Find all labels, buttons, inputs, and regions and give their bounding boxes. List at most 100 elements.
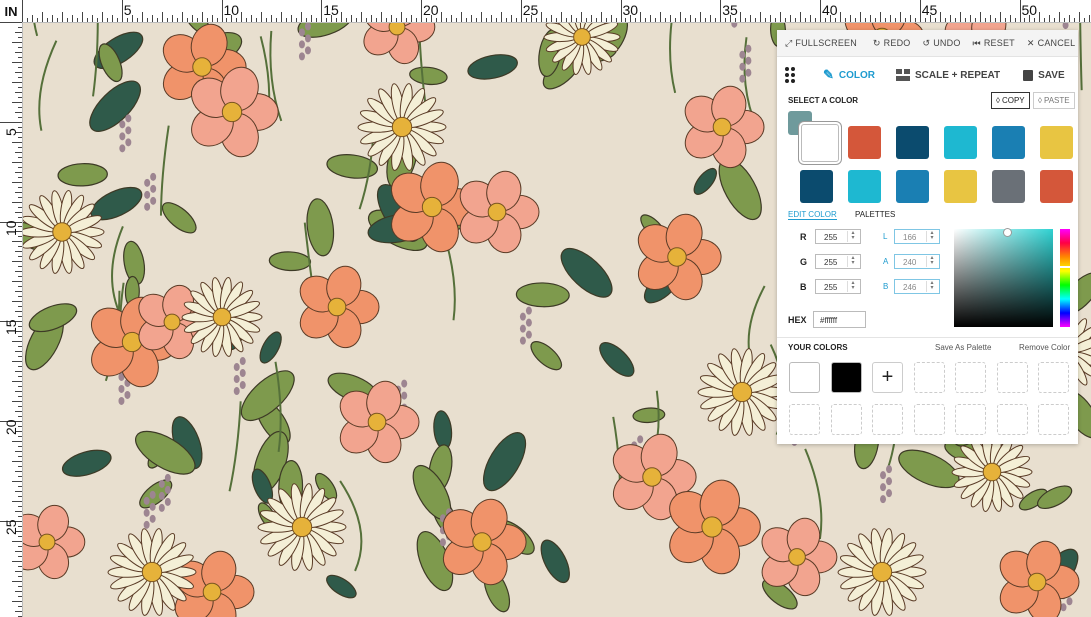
- a-input[interactable]: 240 ▴ ▾: [894, 254, 940, 269]
- color-swatch[interactable]: [896, 126, 929, 159]
- l-input[interactable]: 166 ▴ ▾: [894, 229, 940, 244]
- ruler-tick: [520, 0, 522, 22]
- leaf-shape: [409, 66, 448, 86]
- cancel-button[interactable]: ✕ CANCEL: [1027, 38, 1075, 49]
- ruler-tick: [18, 66, 22, 68]
- stepper-icon[interactable]: ▴ ▾: [926, 255, 937, 267]
- color-swatch[interactable]: [848, 126, 881, 159]
- copy-button[interactable]: ◊ COPY: [991, 92, 1030, 109]
- lavender-bud: [637, 435, 644, 444]
- your-colors-heading: YOUR COLORS: [788, 343, 848, 352]
- ruler-tick: [396, 18, 398, 22]
- fullscreen-button[interactable]: ⤢ FULLSCREEN: [785, 38, 857, 49]
- empty-color-slot[interactable]: [830, 404, 862, 435]
- color-swatch[interactable]: [1040, 126, 1073, 159]
- stepper-icon[interactable]: ▴ ▾: [847, 255, 858, 267]
- empty-color-slot[interactable]: [913, 362, 945, 393]
- color-swatch[interactable]: [1040, 170, 1073, 203]
- ruler-tick: [705, 18, 707, 22]
- empty-color-slot[interactable]: [955, 404, 986, 435]
- hue-slider[interactable]: [1059, 229, 1071, 327]
- empty-color-slot[interactable]: [1038, 362, 1069, 393]
- lavender-bud: [239, 357, 246, 366]
- ruler-tick: [635, 18, 637, 22]
- saved-color-swatch[interactable]: [789, 362, 820, 393]
- ruler-tick: [460, 12, 462, 22]
- empty-color-slot[interactable]: [996, 362, 1028, 393]
- edit-color-link[interactable]: EDIT COLOR: [788, 210, 837, 220]
- picker-handle[interactable]: [1003, 228, 1012, 237]
- empty-color-slot[interactable]: [913, 404, 945, 435]
- ruler-tick: [18, 535, 22, 537]
- stepper-icon[interactable]: ▴ ▾: [926, 280, 937, 292]
- ruler-tick: [540, 12, 542, 22]
- empty-color-slot[interactable]: [789, 404, 820, 435]
- flower-center: [788, 548, 806, 566]
- hue-handle[interactable]: [1059, 266, 1071, 268]
- color-swatch[interactable]: [944, 126, 977, 159]
- tab-scale-repeat[interactable]: SCALE + REPEAT: [896, 69, 1000, 81]
- lavender-bud: [298, 40, 305, 49]
- lavender-bud: [119, 120, 126, 129]
- ruler-tick: [12, 440, 22, 442]
- ruler-tick: [15, 251, 22, 253]
- empty-color-slot[interactable]: [872, 404, 903, 435]
- drag-handle-icon[interactable]: [785, 67, 805, 83]
- lavender-bud: [150, 184, 157, 193]
- g-input[interactable]: 255 ▴ ▾: [815, 254, 861, 269]
- ruler-tick: [580, 12, 582, 22]
- hex-input[interactable]: #ffffff: [813, 311, 866, 328]
- remove-color-link[interactable]: Remove Color: [1019, 343, 1070, 352]
- undo-button[interactable]: ↺ UNDO: [922, 38, 960, 49]
- select-color-heading: SELECT A COLOR: [788, 96, 859, 105]
- color-swatch[interactable]: [992, 126, 1025, 159]
- ruler-tick: [18, 445, 22, 447]
- empty-color-slot[interactable]: [1038, 404, 1069, 435]
- ruler-tick: [161, 12, 163, 22]
- reset-button[interactable]: ⏮ RESET: [973, 38, 1015, 49]
- color-swatch[interactable]: [800, 170, 833, 203]
- ruler-tick: [18, 216, 22, 218]
- ruler-tick: [121, 0, 123, 22]
- tab-save[interactable]: SAVE: [1023, 69, 1065, 81]
- ruler-tick: [1009, 15, 1011, 22]
- stepper-icon[interactable]: ▴ ▾: [847, 230, 858, 242]
- color-swatch[interactable]: [801, 124, 839, 162]
- ruler-tick: [18, 366, 22, 368]
- flower-center: [731, 381, 753, 403]
- ruler-tick: [760, 12, 762, 22]
- save-as-palette-link[interactable]: Save As Palette: [935, 343, 991, 352]
- stepper-icon[interactable]: ▴ ▾: [926, 230, 937, 242]
- empty-color-slot[interactable]: [955, 362, 986, 393]
- redo-button[interactable]: ↻ REDO: [873, 38, 911, 49]
- ruler-tick: [18, 296, 22, 298]
- ruler-tick: [18, 545, 22, 547]
- r-input[interactable]: 255 ▴ ▾: [815, 229, 861, 244]
- palettes-link[interactable]: PALETTES: [855, 210, 895, 219]
- paste-button[interactable]: ◊ PASTE: [1033, 92, 1075, 109]
- saturation-picker[interactable]: [954, 228, 1053, 327]
- color-swatch[interactable]: [944, 170, 977, 203]
- color-swatch[interactable]: [848, 170, 881, 203]
- stepper-icon[interactable]: ▴ ▾: [847, 280, 858, 292]
- tab-color[interactable]: ✎ COLOR: [823, 67, 875, 83]
- lavender-bud: [886, 477, 893, 486]
- saved-color-swatch[interactable]: [830, 362, 862, 393]
- empty-color-slot[interactable]: [996, 404, 1028, 435]
- ruler-tick: [854, 18, 856, 22]
- flower-center: [421, 196, 443, 218]
- ruler-tick: [934, 18, 936, 22]
- ruler-tick: [944, 18, 946, 22]
- add-color-button[interactable]: +: [872, 362, 903, 393]
- ruler-tick: [445, 18, 447, 22]
- ruler-tick: [12, 600, 22, 602]
- leaf-shape: [433, 410, 453, 450]
- flower-center: [141, 561, 163, 583]
- b-input[interactable]: 255 ▴ ▾: [815, 279, 861, 294]
- lab-b-input[interactable]: 246 ▴ ▾: [894, 279, 940, 294]
- ruler-tick: [565, 18, 567, 22]
- color-swatch[interactable]: [896, 170, 929, 203]
- ruler-tick: [490, 15, 492, 22]
- color-swatch[interactable]: [992, 170, 1025, 203]
- ruler-tick: [18, 376, 22, 378]
